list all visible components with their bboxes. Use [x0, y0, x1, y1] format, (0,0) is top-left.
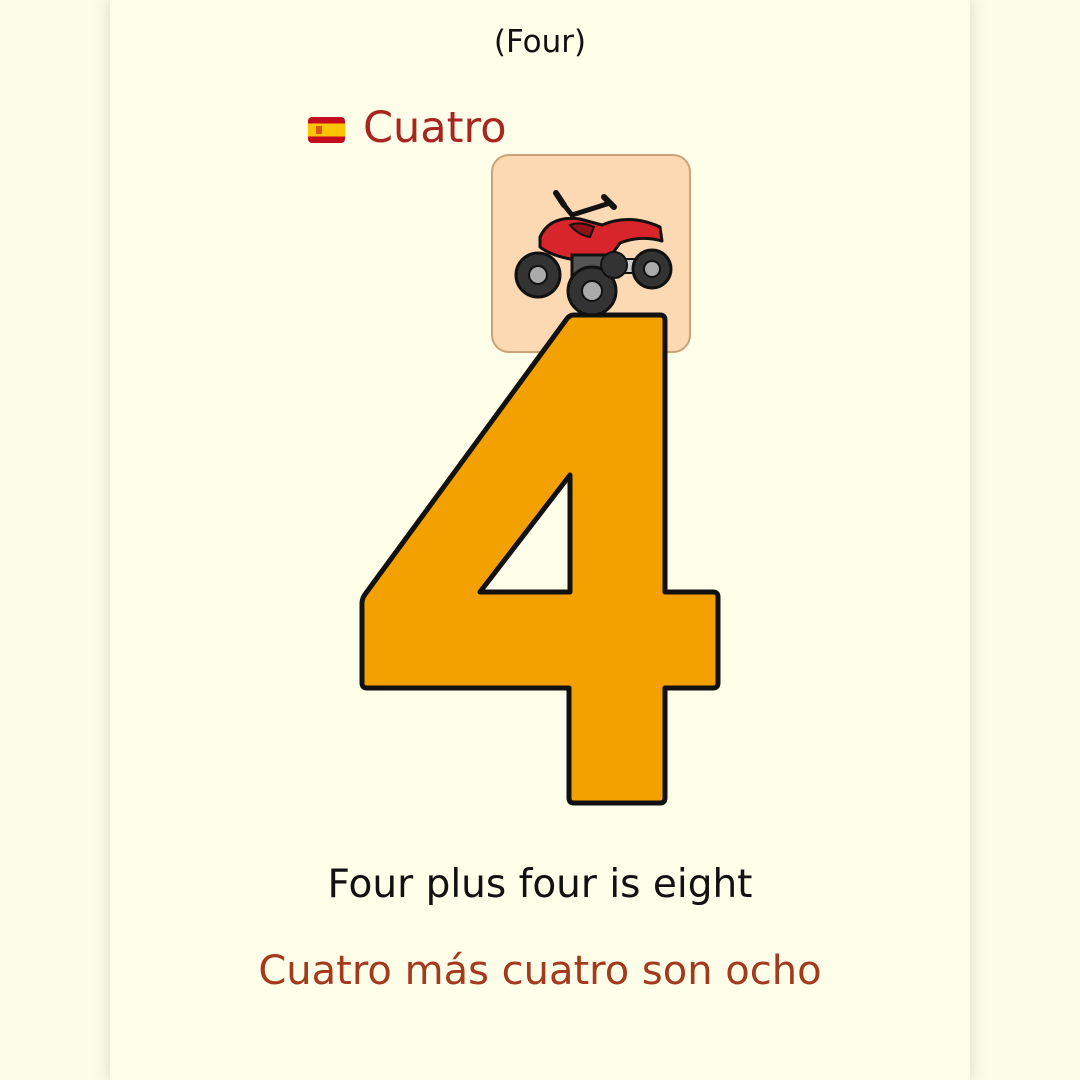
english-sentence: Four plus four is eight: [327, 862, 753, 907]
atv-quad-bike-icon: [514, 190, 673, 317]
spain-flag-icon: [308, 117, 345, 143]
spanish-sentence: Cuatro más cuatro son ocho: [258, 948, 822, 994]
english-word-label: (Four): [493, 24, 587, 60]
spanish-word-label: Cuatro: [363, 103, 507, 153]
